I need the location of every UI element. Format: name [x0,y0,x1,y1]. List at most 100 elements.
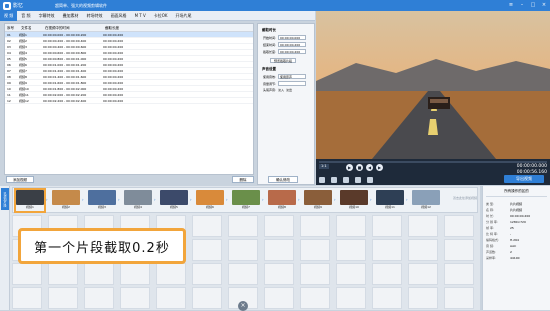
empty-slot[interactable] [408,239,438,261]
next-frame-icon[interactable]: ▶ [376,164,383,171]
empty-slot[interactable] [192,239,222,261]
fade-out-checkbox[interactable]: 淡出 [286,88,292,92]
timeline-side-tab: 已添加片段 [0,186,10,310]
empty-slot[interactable] [120,263,150,285]
empty-slot[interactable] [372,263,402,285]
tab-intro-outro[interactable]: 开场片尾 [172,11,196,21]
empty-slot[interactable] [408,287,438,309]
empty-slot[interactable] [372,287,402,309]
preview-cut-button[interactable]: 预览截取片段 [270,58,297,63]
empty-slot[interactable] [336,239,366,261]
clip-thumbnail [88,190,116,205]
timeline-clip[interactable]: 视频4 [124,190,152,211]
empty-slot[interactable] [228,239,258,261]
timeline-clip[interactable]: 视频6 [196,190,224,211]
empty-slot[interactable] [264,287,294,309]
timeline-clip[interactable]: 视频12 [412,190,440,211]
empty-slot[interactable] [444,239,474,261]
tab-style[interactable]: 画面风格 [107,11,131,21]
delete-button[interactable]: 删除 [232,176,254,183]
empty-slot[interactable] [336,287,366,309]
volume-slider[interactable] [278,81,306,86]
col-index: 序号 [7,26,14,30]
end-time-input[interactable]: 00:00:00.200 [278,42,306,47]
timeline-clip[interactable]: 视频7 [232,190,260,211]
table-cell: 视频4 [19,51,27,55]
timeline-clip[interactable]: 视频5 [160,190,188,211]
empty-slot[interactable] [300,263,330,285]
empty-slot[interactable] [300,215,330,237]
table-cell: 00:00:00.200 [103,57,124,61]
stop-icon[interactable]: ■ [356,164,363,171]
empty-slot[interactable] [12,263,42,285]
timeline-clip[interactable]: 视频1 [14,188,46,213]
empty-slot[interactable] [156,287,186,309]
timeline-clip[interactable]: 视频3 [88,190,116,211]
empty-slot[interactable] [300,239,330,261]
empty-slot[interactable] [444,215,474,237]
fullscreen-icon[interactable] [355,177,361,183]
table-row[interactable]: 12 视频12 00:00:02.200 - 00:00:02.400 00:00:0… [5,98,253,104]
timeline-clip[interactable]: 视频8 [268,190,296,211]
play-icon[interactable]: ▶ [346,164,353,171]
confirm-button[interactable]: 确认修改 [268,176,298,183]
transition-arrow-icon: › [370,197,372,202]
redo-icon[interactable] [331,177,337,183]
empty-slot[interactable] [300,287,330,309]
tab-audio[interactable]: 音 频 [17,11,34,21]
empty-slot[interactable] [444,287,474,309]
tab-video[interactable]: 视 频 [0,10,18,21]
tab-karaoke[interactable]: 卡拉OK [150,11,172,21]
empty-slot[interactable] [264,263,294,285]
empty-slot[interactable] [372,215,402,237]
playback-progress[interactable] [319,161,547,163]
timeline-clip[interactable]: 视频10 [340,190,368,211]
empty-slot[interactable] [336,263,366,285]
timeline-clip[interactable]: 视频11 [376,190,404,211]
tab-transition[interactable]: 转场特效 [83,11,107,21]
settings-icon[interactable] [367,177,373,183]
empty-slot[interactable] [192,263,222,285]
zoom-select[interactable]: 1:1 [319,164,329,169]
table-cell: 00:00:01.000 - 00:00:01.200 [43,63,87,67]
tab-subtitle-effects[interactable]: 字幕特效 [35,11,59,21]
empty-slot[interactable] [264,215,294,237]
empty-slot[interactable] [444,263,474,285]
table-cell: 00:00:00.000 - 00:00:00.200 [43,33,87,37]
table-cell: 00:00:01.800 - 00:00:02.000 [43,87,87,91]
timeline-clip[interactable]: 视频9 [304,190,332,211]
empty-slot[interactable] [120,287,150,309]
fade-in-checkbox[interactable]: 淡入 [278,88,284,92]
empty-slot[interactable] [336,215,366,237]
close-window-icon[interactable]: × [541,2,547,8]
minimize-icon[interactable]: – [519,2,525,8]
empty-slot[interactable] [84,263,114,285]
empty-slot[interactable] [84,287,114,309]
empty-slot[interactable] [12,287,42,309]
empty-slot[interactable] [372,239,402,261]
length-input[interactable]: 00:00:00.200 [278,49,306,54]
empty-slot[interactable] [228,263,258,285]
start-time-input[interactable]: 00:00:00.000 [278,35,306,40]
tab-overlay[interactable]: 叠加素材 [59,11,83,21]
empty-slot[interactable] [48,263,78,285]
snapshot-icon[interactable] [343,177,349,183]
undo-icon[interactable] [319,177,325,183]
empty-slot[interactable] [192,215,222,237]
maximize-icon[interactable]: □ [530,2,536,8]
empty-slot[interactable] [408,215,438,237]
empty-slot[interactable] [408,263,438,285]
empty-slot[interactable] [264,239,294,261]
empty-slot[interactable] [48,287,78,309]
timeline-clip[interactable]: 视频2 [52,190,80,211]
empty-slot[interactable] [156,263,186,285]
export-video-button[interactable]: 导出视频 [504,175,544,183]
add-video-button[interactable]: 添加视频 [6,176,34,183]
empty-slot[interactable] [228,215,258,237]
prev-frame-icon[interactable]: ◀ [366,164,373,171]
added-clips-tab[interactable]: 已添加片段 [1,188,9,210]
empty-slot[interactable] [192,287,222,309]
sound-select[interactable]: 使用原声 [278,74,306,79]
tab-mtv[interactable]: M T V [131,11,150,21]
menu-icon[interactable]: ≡ [508,2,514,8]
